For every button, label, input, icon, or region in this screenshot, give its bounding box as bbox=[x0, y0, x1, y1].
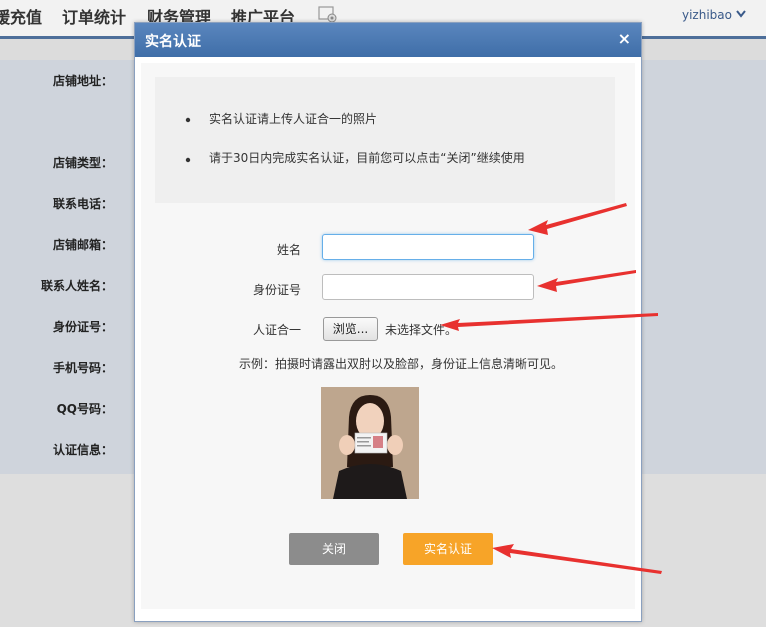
name-input[interactable] bbox=[322, 234, 534, 260]
background-form: 店铺地址： 店铺类型： 联系电话： 店铺邮箱： 联系人姓名： 身份证号： 手机号… bbox=[0, 60, 135, 474]
qq-label: QQ号码： bbox=[56, 402, 113, 416]
name-label: 姓名 bbox=[276, 243, 301, 257]
notice-item: 实名认证请上传人证合一的照片 bbox=[209, 112, 378, 126]
photo-label: 人证合一 bbox=[252, 323, 301, 337]
nav-item-order-stats[interactable]: 订单统计 bbox=[62, 4, 126, 28]
verify-button[interactable]: 实名认证 bbox=[403, 533, 493, 565]
store-type-label: 店铺类型： bbox=[52, 156, 113, 170]
notice-item: 请于30日内完成实名认证，目前您可以点击“关闭”继续使用 bbox=[209, 151, 525, 165]
store-address-label: 店铺地址： bbox=[52, 74, 113, 88]
nav-item-recharge[interactable]: 缓充值 bbox=[0, 4, 42, 28]
browse-button[interactable]: 浏览... bbox=[323, 317, 378, 341]
dialog-body: 实名认证请上传人证合一的照片 请于30日内完成实名认证，目前您可以点击“关闭”继… bbox=[141, 63, 635, 609]
dialog-header: 实名认证 × bbox=[135, 23, 641, 57]
id-number-input[interactable] bbox=[322, 274, 534, 300]
file-status: 未选择文件。 bbox=[385, 323, 458, 337]
example-photo bbox=[321, 387, 419, 499]
bullet-icon bbox=[185, 157, 191, 163]
notice-box: 实名认证请上传人证合一的照片 请于30日内完成实名认证，目前您可以点击“关闭”继… bbox=[155, 77, 615, 203]
close-button[interactable]: 关闭 bbox=[289, 533, 379, 565]
contact-name-label: 联系人姓名： bbox=[40, 279, 113, 293]
chevron-down-icon[interactable] bbox=[736, 10, 746, 18]
close-icon[interactable]: × bbox=[618, 29, 631, 48]
contact-phone-label: 联系电话： bbox=[52, 197, 113, 211]
verification-dialog: 实名认证 × 实名认证请上传人证合一的照片 请于30日内完成实名认证，目前您可以… bbox=[134, 22, 642, 622]
store-email-label: 店铺邮箱： bbox=[52, 238, 113, 252]
mobile-label: 手机号码： bbox=[52, 361, 113, 375]
id-number-label: 身份证号 bbox=[252, 283, 301, 297]
cert-info-label: 认证信息： bbox=[52, 443, 113, 457]
dialog-title: 实名认证 bbox=[145, 34, 201, 50]
user-name[interactable]: yizhibao bbox=[682, 8, 732, 22]
example-text: 示例：拍摄时请露出双肘以及脸部，身份证上信息清晰可见。 bbox=[239, 357, 564, 371]
bullet-icon bbox=[185, 117, 191, 123]
id-number-label: 身份证号： bbox=[52, 320, 113, 334]
